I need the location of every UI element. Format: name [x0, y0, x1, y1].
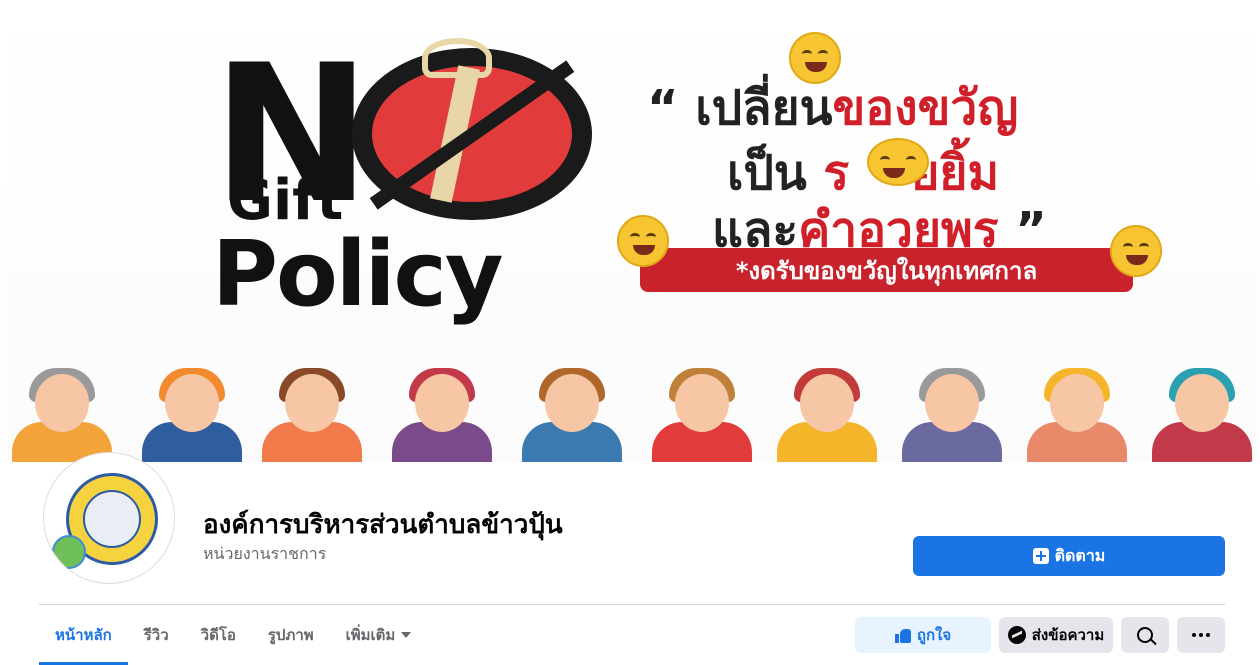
- tab-home[interactable]: หน้าหลัก: [39, 605, 128, 665]
- cover-photo[interactable]: N Gift Policy “ เปลี่ยนของขวัญ เป็น รยยิ…: [7, 0, 1257, 462]
- person-illustration: [1022, 365, 1132, 462]
- cover-banner: *งดรับของขวัญในทุกเทศกาล: [640, 248, 1133, 292]
- smiling-emoji-icon: [617, 215, 669, 267]
- person-illustration: [387, 365, 497, 462]
- search-icon: [1137, 627, 1153, 643]
- profile-avatar[interactable]: [43, 452, 175, 584]
- follow-button-label: ติดตาม: [1054, 545, 1106, 565]
- like-button[interactable]: ถูกใจ: [855, 617, 991, 653]
- follow-icon: [1032, 548, 1049, 564]
- tab-more[interactable]: เพิ่มเติม: [330, 605, 428, 665]
- smiling-emoji-icon: [789, 32, 841, 84]
- person-illustration: [7, 365, 117, 462]
- globe-icon: [52, 535, 86, 569]
- more-options-button[interactable]: [1177, 617, 1225, 653]
- more-dots-icon: [1192, 633, 1210, 637]
- person-illustration: [1147, 365, 1257, 462]
- cover-people-illustration: [7, 365, 1257, 462]
- person-illustration: [772, 365, 882, 462]
- person-illustration: [647, 365, 757, 462]
- smiling-emoji-icon: [1110, 225, 1162, 277]
- like-button-label: ถูกใจ: [916, 626, 952, 644]
- heart-eyes-emoji-icon: [867, 138, 929, 186]
- person-illustration: [897, 365, 1007, 462]
- cover-policy-word: Policy: [212, 222, 504, 327]
- send-message-label: ส่งข้อความ: [1031, 626, 1105, 644]
- send-message-button[interactable]: ส่งข้อความ: [999, 617, 1113, 653]
- page-title: องค์การบริหารส่วนตำบลข้าวปุ้น: [203, 510, 563, 540]
- tab-reviews[interactable]: รีวิว: [128, 605, 185, 665]
- person-illustration: [517, 365, 627, 462]
- person-illustration: [257, 365, 367, 462]
- tab-photos[interactable]: รูปภาพ: [252, 605, 330, 665]
- follow-button[interactable]: ติดตาม: [913, 536, 1225, 576]
- person-illustration: [137, 365, 247, 462]
- page-category[interactable]: หน่วยงานราชการ: [203, 542, 326, 567]
- chevron-down-icon: [401, 632, 412, 638]
- thumbs-up-icon: [894, 627, 911, 643]
- tab-videos[interactable]: วิดีโอ: [185, 605, 252, 665]
- facebook-page: N Gift Policy “ เปลี่ยนของขวัญ เป็น รยยิ…: [0, 0, 1260, 665]
- page-tabs: หน้าหลัก รีวิว วิดีโอ รูปภาพ เพิ่มเติม: [39, 605, 427, 665]
- no-gift-symbol: [352, 38, 592, 220]
- messenger-icon: [1007, 626, 1026, 644]
- search-button[interactable]: [1121, 617, 1169, 653]
